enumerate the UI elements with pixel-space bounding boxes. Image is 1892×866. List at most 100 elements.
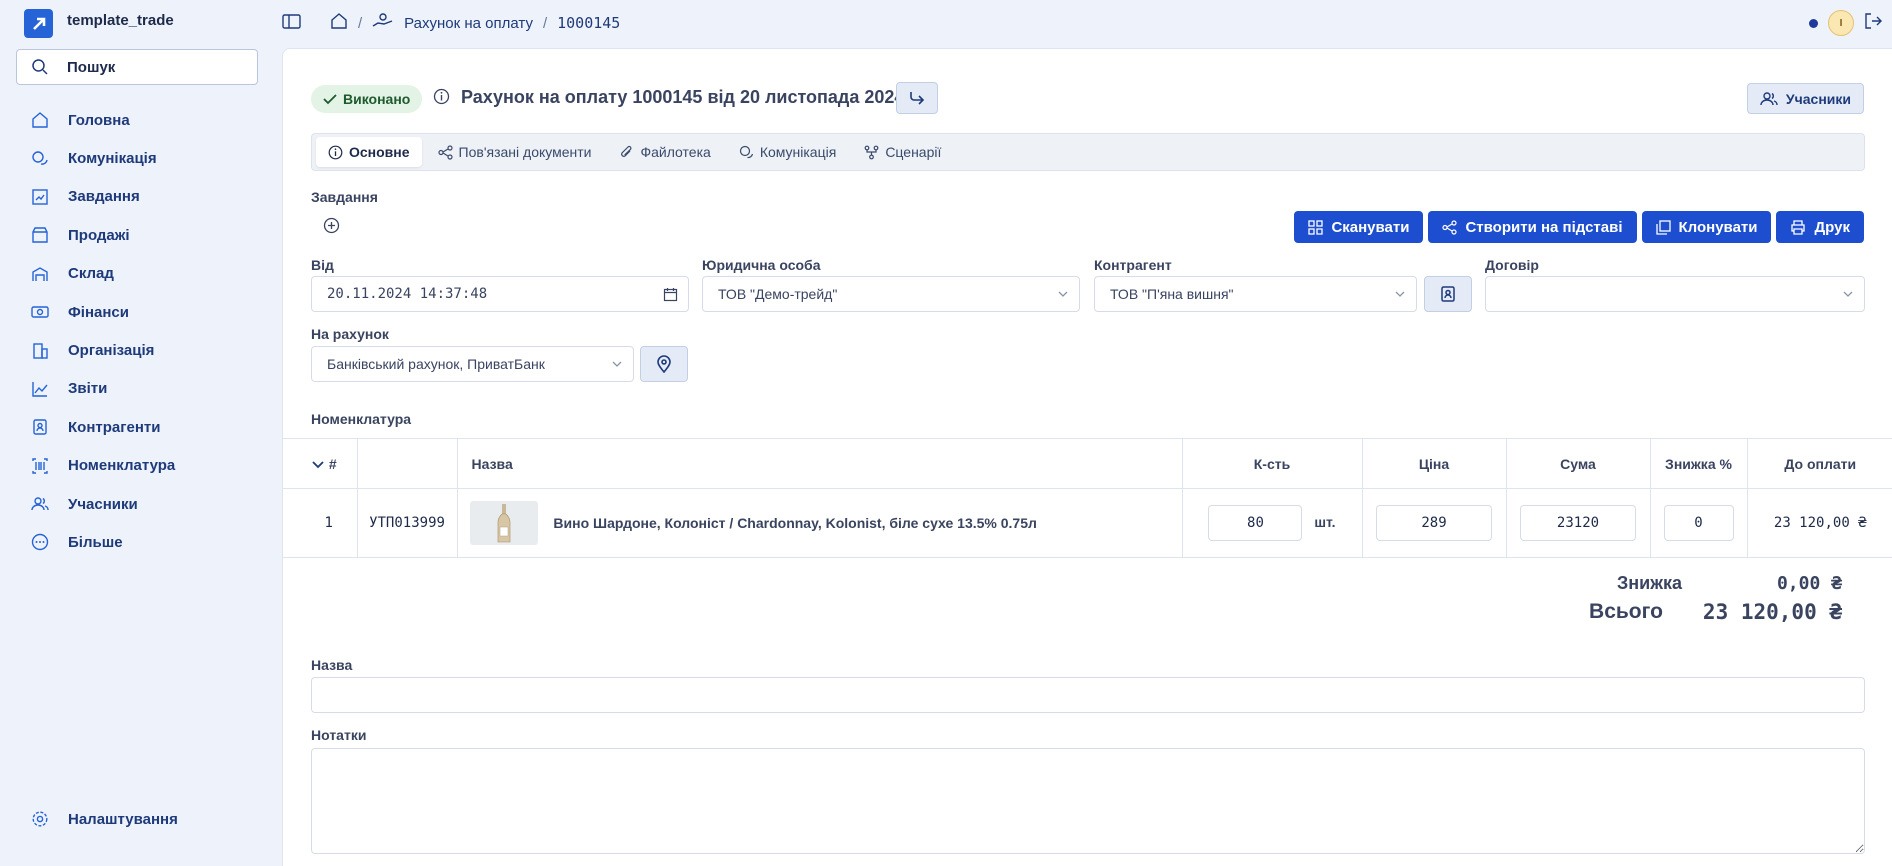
printer-icon xyxy=(1791,219,1806,235)
column-qty[interactable]: К-сть xyxy=(1182,438,1363,489)
calendar-icon[interactable] xyxy=(663,287,678,302)
column-sum[interactable]: Сума xyxy=(1506,438,1651,489)
column-discount[interactable]: Знижка % xyxy=(1650,438,1748,489)
scan-icon xyxy=(1308,219,1324,235)
discount-input[interactable]: 0 xyxy=(1663,505,1734,541)
status-badge: Виконано xyxy=(311,85,423,113)
create-based-button-label: Створити на підставі xyxy=(1465,218,1623,236)
tab-label: Пов'язані документи xyxy=(458,144,592,160)
row-qty-cell: 80 шт. xyxy=(1182,488,1363,558)
users-icon xyxy=(1760,91,1778,105)
column-price[interactable]: Ціна xyxy=(1362,438,1507,489)
sidebar-item-more[interactable]: Більше xyxy=(0,523,282,561)
sidebar-item-label: Налаштування xyxy=(68,810,178,828)
clone-button[interactable]: Клонувати xyxy=(1641,211,1772,243)
sidebar-item-reports[interactable]: Звіти xyxy=(0,370,282,408)
column-payable[interactable]: До оплати xyxy=(1747,438,1892,489)
tab-communication[interactable]: Комунікація xyxy=(727,137,849,167)
table-row[interactable]: 1 УТП013999 Вино Шардоне, Колоніст / Cha… xyxy=(283,488,1892,558)
sidebar-item-counterparties[interactable]: Контрагенти xyxy=(0,408,282,446)
sidebar-item-communication[interactable]: Комунікація xyxy=(0,139,282,177)
contacts-icon xyxy=(1441,286,1455,302)
sidebar-item-organization[interactable]: Організація xyxy=(0,331,282,369)
chart-icon xyxy=(30,379,50,399)
row-code: УТП013999 xyxy=(357,488,458,558)
row-discount-cell: 0 xyxy=(1650,488,1748,558)
links-icon xyxy=(1442,219,1458,235)
breadcrumb: / Рахунок на оплату / 1000145 xyxy=(330,12,620,34)
row-payable: 23 120,00 ₴ xyxy=(1747,488,1892,558)
building-icon xyxy=(30,341,50,361)
grand-total-row: Всього 23 120,00 ₴ xyxy=(1589,600,1842,624)
sidebar-item-nomenclature[interactable]: Номенклатура xyxy=(0,447,282,485)
breadcrumb-current: 1000145 xyxy=(557,14,621,32)
tab-scenarios[interactable]: Сценарії xyxy=(852,137,953,167)
notes-field[interactable] xyxy=(311,748,1865,854)
row-name: Вино Шардоне, Колоніст / Chardonnay, Kol… xyxy=(553,515,1037,531)
create-based-button[interactable]: Створити на підставі xyxy=(1428,211,1637,243)
search-input[interactable]: Пошук xyxy=(16,49,258,85)
tasks-label: Завдання xyxy=(311,189,378,205)
sidebar: template_trade Пошук Головна Комунікація… xyxy=(0,0,282,866)
sidebar-item-finance[interactable]: Фінанси xyxy=(0,293,282,331)
qty-input[interactable]: 80 xyxy=(1208,505,1303,541)
app-logo-icon[interactable] xyxy=(24,9,53,38)
row-sum-cell: 23120 xyxy=(1506,488,1651,558)
money-icon xyxy=(30,302,50,322)
notes-label: Нотатки xyxy=(311,727,367,743)
members-button[interactable]: Учасники xyxy=(1746,83,1864,114)
sidebar-item-home[interactable]: Головна xyxy=(0,101,282,139)
info-icon xyxy=(328,145,343,159)
sidebar-item-label: Завдання xyxy=(68,188,140,206)
tab-bar: Основне Пов'язані документи Файлотека Ко… xyxy=(311,133,1865,171)
invoice-hand-icon xyxy=(372,12,394,34)
sidebar-item-members[interactable]: Учасники xyxy=(0,485,282,523)
tab-main[interactable]: Основне xyxy=(316,137,422,167)
counterparty-card-button[interactable] xyxy=(1424,276,1472,312)
avatar[interactable]: I xyxy=(1828,10,1854,36)
counterparty-select[interactable]: ТОВ "П'яна вишня" xyxy=(1094,276,1417,312)
tab-files[interactable]: Файлотека xyxy=(607,137,722,167)
top-right-controls: I xyxy=(1809,10,1892,36)
print-button[interactable]: Друк xyxy=(1776,211,1864,243)
counterparty-value: ТОВ "П'яна вишня" xyxy=(1110,286,1234,302)
sidebar-item-sales[interactable]: Продажі xyxy=(0,216,282,254)
goto-button[interactable] xyxy=(896,82,938,114)
sum-input[interactable]: 23120 xyxy=(1520,505,1636,541)
column-name[interactable]: Назва xyxy=(457,438,1183,489)
links-icon xyxy=(437,144,453,160)
sidebar-item-tasks[interactable]: Завдання xyxy=(0,178,282,216)
sidebar-item-warehouse[interactable]: Склад xyxy=(0,255,282,293)
status-text: Виконано xyxy=(343,91,411,107)
from-label: Від xyxy=(311,257,334,273)
account-select[interactable]: Банківський рахунок, ПриватБанк xyxy=(311,346,634,382)
product-thumbnail[interactable] xyxy=(469,501,538,545)
info-icon[interactable] xyxy=(433,88,450,109)
users-icon xyxy=(30,494,50,514)
sidebar-toggle-icon[interactable] xyxy=(282,13,302,31)
column-num[interactable]: # xyxy=(283,438,358,489)
logout-icon[interactable] xyxy=(1864,12,1882,34)
discount-total-value: 0,00 ₴ xyxy=(1776,573,1842,594)
home-icon[interactable] xyxy=(330,12,348,34)
legal-entity-select[interactable]: ТОВ "Демо-трейд" xyxy=(702,276,1080,312)
store-icon xyxy=(30,225,50,245)
tab-label: Сценарії xyxy=(885,144,942,160)
breadcrumb-section[interactable]: Рахунок на оплату xyxy=(404,15,533,32)
date-field[interactable]: 20.11.2024 14:37:48 xyxy=(311,276,689,312)
add-task-icon[interactable] xyxy=(323,217,340,238)
account-label: На рахунок xyxy=(311,326,389,342)
chevron-down-icon xyxy=(1058,291,1068,297)
account-location-button[interactable] xyxy=(640,346,688,382)
scan-button[interactable]: Сканувати xyxy=(1294,211,1424,243)
tab-related-documents[interactable]: Пов'язані документи xyxy=(426,137,604,167)
name-field[interactable] xyxy=(311,677,1865,713)
chevron-down-icon[interactable] xyxy=(311,459,325,471)
sidebar-item-settings[interactable]: Налаштування xyxy=(0,800,282,838)
tasks-icon xyxy=(30,187,50,207)
price-input[interactable]: 289 xyxy=(1376,505,1492,541)
members-button-label: Учасники xyxy=(1785,90,1851,107)
contract-select[interactable] xyxy=(1485,276,1865,312)
date-value: 20.11.2024 14:37:48 xyxy=(327,286,488,302)
chat-icon xyxy=(30,149,50,169)
